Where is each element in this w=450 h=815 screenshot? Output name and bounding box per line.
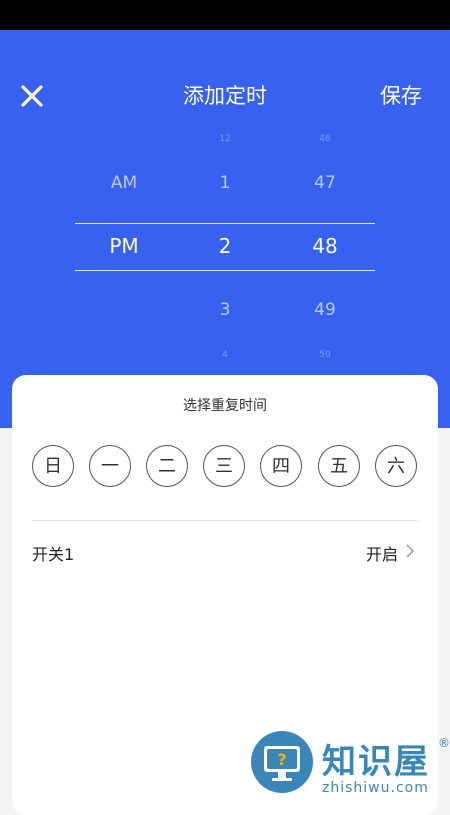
divider <box>32 520 418 521</box>
status-bar <box>0 0 450 30</box>
day-sun-button[interactable]: 日 <box>32 445 74 487</box>
weekday-selector: 日 一 二 三 四 五 六 <box>32 445 418 489</box>
ampm-selected[interactable]: PM <box>74 234 174 258</box>
day-wed-button[interactable]: 三 <box>203 445 245 487</box>
hour-option[interactable]: 3 <box>175 300 275 320</box>
day-mon-button[interactable]: 一 <box>89 445 131 487</box>
time-picker[interactable]: AM PM 12 1 2 3 4 46 47 48 49 50 <box>0 60 450 400</box>
hour-wheel[interactable]: 12 1 2 3 4 <box>175 60 275 400</box>
day-fri-button[interactable]: 五 <box>318 445 360 487</box>
day-thu-button[interactable]: 四 <box>260 445 302 487</box>
repeat-title: 选择重复时间 <box>183 398 267 414</box>
ampm-wheel[interactable]: AM PM <box>74 60 174 400</box>
picker-divider-bottom <box>75 270 375 271</box>
minute-option[interactable]: 50 <box>275 350 375 360</box>
minute-option[interactable]: 47 <box>275 173 375 193</box>
day-tue-button[interactable]: 二 <box>146 445 188 487</box>
switch-row[interactable]: 开关1 开启 <box>32 535 418 567</box>
ampm-option-am[interactable]: AM <box>74 173 174 193</box>
watermark-text: 知识屋 <box>322 742 430 782</box>
switch-label: 开关1 <box>32 545 75 564</box>
watermark-url: zhishiwu.com <box>322 780 429 796</box>
help-monitor-icon: ? <box>251 731 313 793</box>
minute-wheel[interactable]: 46 47 48 49 50 <box>275 60 375 400</box>
chevron-right-icon <box>406 544 415 558</box>
minute-option[interactable]: 49 <box>275 300 375 320</box>
switch-value: 开启 <box>365 545 398 564</box>
watermark: ? 知识屋 ® zhishiwu.com <box>250 730 450 800</box>
registered-mark: ® <box>438 736 450 750</box>
hour-option[interactable]: 12 <box>175 134 275 144</box>
timer-header: 添加定时 保存 AM PM 12 1 2 3 4 46 47 48 49 50 <box>0 30 450 428</box>
hour-option[interactable]: 1 <box>175 173 275 193</box>
day-sat-button[interactable]: 六 <box>375 445 417 487</box>
hour-option[interactable]: 4 <box>175 350 275 360</box>
svg-text:?: ? <box>277 750 286 769</box>
minute-selected[interactable]: 48 <box>275 234 375 258</box>
hour-selected[interactable]: 2 <box>175 234 275 258</box>
minute-option[interactable]: 46 <box>275 134 375 144</box>
picker-divider-top <box>75 223 375 224</box>
